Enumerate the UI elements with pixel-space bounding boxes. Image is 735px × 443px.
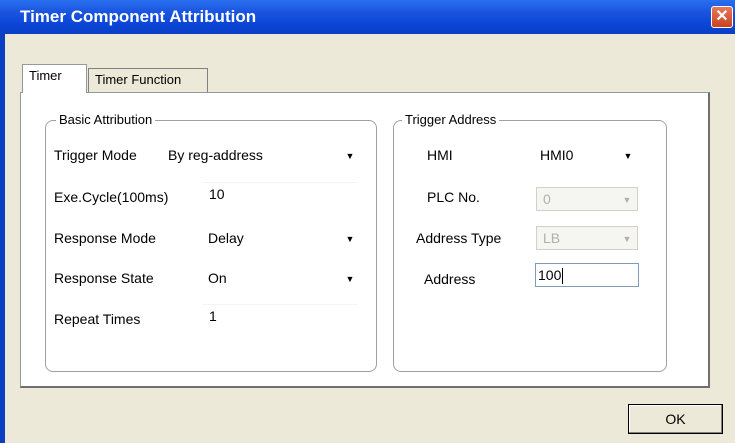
trigger-mode-value: By reg-address (168, 147, 263, 163)
address-value: 100 (538, 267, 562, 283)
hmi-label: HMI (427, 147, 453, 163)
hmi-value: HMI0 (540, 147, 574, 163)
text-caret (562, 268, 564, 285)
address-input[interactable]: 100 (535, 263, 639, 287)
chevron-down-icon[interactable]: ▼ (618, 146, 638, 166)
tab-timer[interactable]: Timer (22, 64, 87, 93)
trigger-mode-select[interactable]: By reg-address ▼ (162, 144, 360, 168)
response-mode-label: Response Mode (54, 230, 156, 246)
basic-attribution-legend: Basic Attribution (56, 112, 156, 127)
plc-no-select: 0 ▼ (536, 187, 638, 211)
address-type-label: Address Type (416, 230, 502, 246)
chevron-down-icon[interactable]: ▼ (340, 269, 360, 289)
repeat-times-label: Repeat Times (54, 311, 141, 327)
response-mode-value: Delay (208, 230, 244, 246)
plc-no-label: PLC No. (427, 189, 480, 205)
window-frame-left (0, 34, 5, 443)
tab-timer-label: Timer (29, 68, 62, 83)
response-state-select[interactable]: On ▼ (202, 267, 360, 291)
exe-cycle-input[interactable]: 10 (202, 182, 358, 206)
address-type-select: LB ▼ (536, 226, 638, 250)
trigger-address-legend: Trigger Address (402, 112, 500, 127)
chevron-down-icon[interactable]: ▼ (340, 146, 360, 166)
window-title: Timer Component Attribution (20, 7, 257, 26)
ok-button[interactable]: OK (628, 404, 723, 434)
exe-cycle-value: 10 (209, 186, 225, 202)
chevron-down-icon[interactable]: ▼ (340, 229, 360, 249)
repeat-times-input[interactable]: 1 (202, 304, 358, 328)
trigger-mode-label: Trigger Mode (54, 147, 137, 163)
address-label: Address (424, 271, 476, 287)
address-type-value: LB (543, 230, 561, 246)
chevron-down-icon: ▼ (622, 195, 632, 205)
response-state-value: On (208, 270, 227, 286)
close-button[interactable]: ✕ (711, 6, 733, 28)
title-bar: Timer Component Attribution ✕ (0, 0, 735, 34)
chevron-down-icon: ▼ (622, 234, 632, 244)
tab-timer-function-label: Timer Function (95, 72, 182, 87)
response-mode-select[interactable]: Delay ▼ (202, 227, 360, 251)
repeat-times-value: 1 (209, 308, 217, 324)
plc-no-value: 0 (543, 191, 551, 207)
tab-timer-function[interactable]: Timer Function (88, 68, 208, 92)
hmi-select[interactable]: HMI0 ▼ (534, 144, 638, 168)
response-state-label: Response State (54, 270, 154, 286)
exe-cycle-label: Exe.Cycle(100ms) (54, 189, 169, 205)
tab-panel: Basic Attribution Trigger Mode By reg-ad… (20, 92, 710, 388)
